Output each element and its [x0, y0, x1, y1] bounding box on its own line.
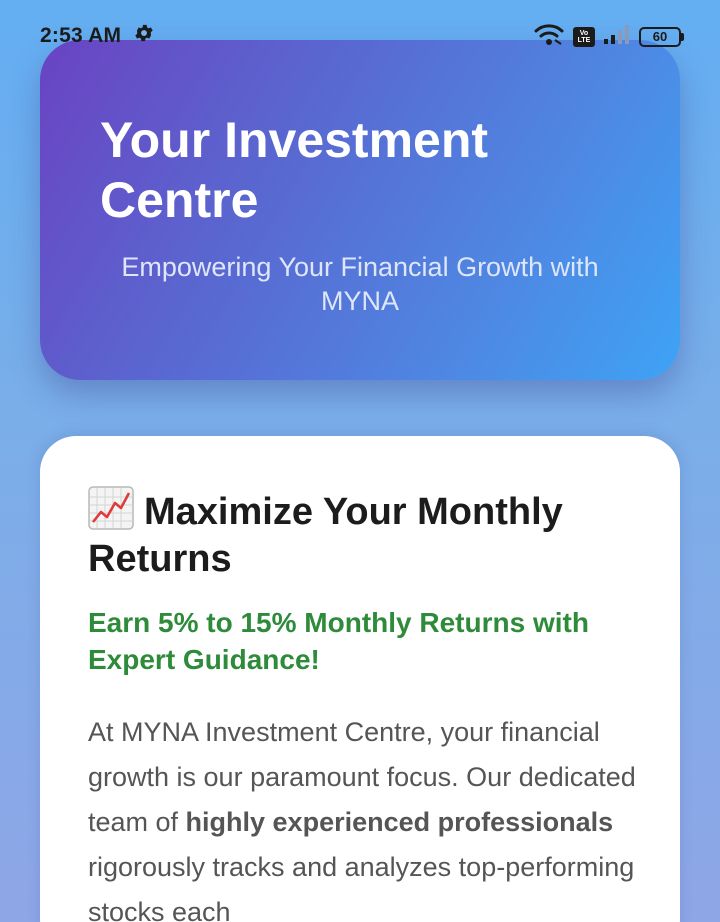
returns-card: Maximize Your Monthly Returns Earn 5% to… — [40, 436, 680, 922]
card-body-text: At MYNA Investment Centre, your financia… — [88, 710, 648, 922]
status-right: Vo LTE 60 — [533, 22, 684, 51]
volte-icon: Vo LTE — [573, 26, 595, 47]
battery-level: 60 — [639, 26, 681, 47]
chart-increasing-icon — [88, 486, 134, 530]
hero-title: Your Investment Centre — [100, 112, 489, 228]
status-time: 2:53 AM — [40, 23, 122, 47]
body-text-bold: highly experienced professionals — [185, 807, 614, 837]
status-left: 2:53 AM — [40, 22, 155, 49]
returns-highlight: Earn 5% to 15% Monthly Returns with Expe… — [88, 607, 589, 675]
battery-icon: 60 — [639, 26, 684, 47]
hero-subtitle: Empowering Your Financial Growth with MY… — [121, 252, 599, 316]
signal-icon — [603, 23, 631, 50]
hero-banner: Your Investment Centre Empowering Your F… — [40, 40, 680, 380]
body-text-part2: rigorously tracks and analyzes top-perfo… — [88, 852, 635, 922]
card-heading-text: Maximize Your Monthly Returns — [88, 491, 563, 580]
card-heading: Maximize Your Monthly Returns — [88, 486, 648, 583]
gear-icon — [133, 22, 155, 49]
status-bar: 2:53 AM Vo LTE 60 — [0, 0, 720, 68]
wifi-icon — [533, 22, 565, 51]
